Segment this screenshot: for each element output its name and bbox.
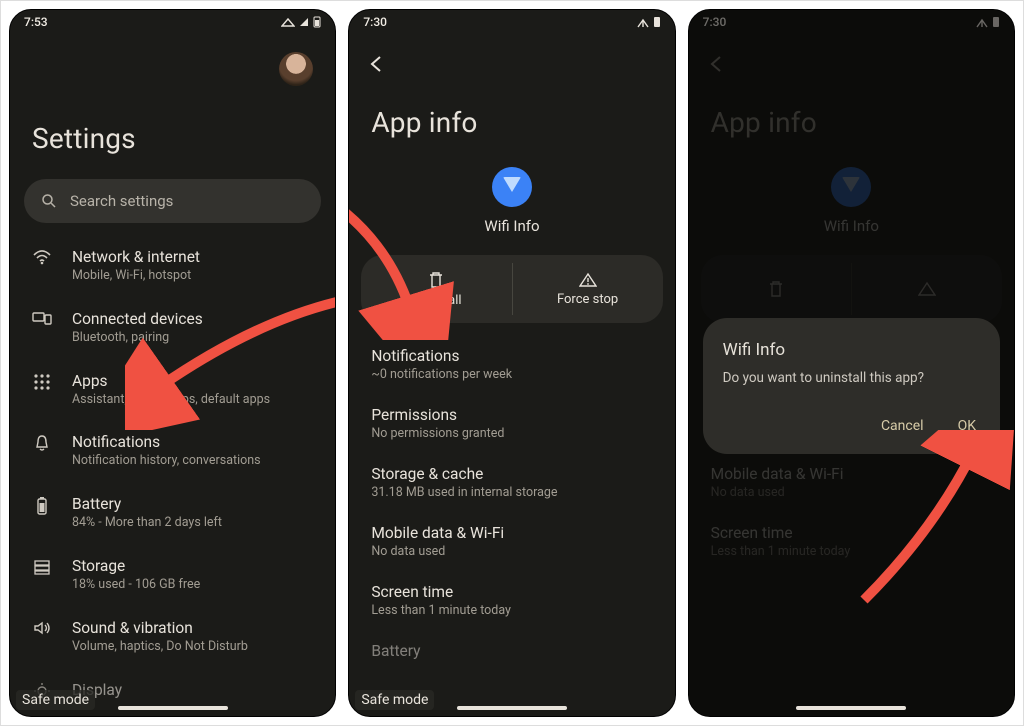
action-row: [701, 255, 1002, 323]
home-indicator[interactable]: [118, 706, 228, 710]
storage-icon: [28, 556, 56, 576]
screen-settings: 7:53 Settings Search settings Network & …: [9, 9, 336, 717]
apps-icon: [28, 371, 56, 391]
status-icons: [637, 16, 661, 28]
app-icon: [831, 167, 871, 207]
devices-icon: [28, 309, 56, 325]
settings-item-apps[interactable]: AppsAssistant, recent apps, default apps: [10, 359, 335, 421]
app-name-label: Wifi Info: [484, 217, 539, 235]
app-info-battery[interactable]: Battery: [349, 632, 674, 674]
app-info-screen-time: Screen timeLess than 1 minute today: [689, 514, 1014, 573]
page-title: App info: [349, 82, 674, 157]
app-header: Wifi Info: [689, 157, 1014, 247]
wifi-icon: [28, 247, 56, 265]
app-icon: [492, 167, 532, 207]
app-info-mobile-data: Mobile data & Wi-FiNo data used: [689, 455, 1014, 514]
app-info-screen-time[interactable]: Screen timeLess than 1 minute today: [349, 573, 674, 632]
settings-item-network[interactable]: Network & internetMobile, Wi-Fi, hotspot: [10, 235, 335, 297]
status-icons: [976, 16, 1000, 28]
status-time: 7:30: [703, 15, 727, 29]
sound-icon: [28, 618, 56, 636]
bell-icon: [28, 432, 56, 452]
status-time: 7:53: [24, 15, 48, 29]
settings-item-sound[interactable]: Sound & vibrationVolume, haptics, Do Not…: [10, 606, 335, 668]
app-info-notifications[interactable]: Notifications~0 notifications per week: [349, 337, 674, 396]
settings-list: Network & internetMobile, Wi-Fi, hotspot…: [10, 235, 335, 716]
search-icon: [40, 192, 58, 210]
status-bar: 7:30: [689, 10, 1014, 34]
app-name-label: Wifi Info: [824, 217, 879, 235]
force-stop-button[interactable]: Force stop: [513, 255, 663, 323]
status-bar: 7:30: [349, 10, 674, 34]
page-title: Settings: [10, 86, 335, 173]
safe-mode-badge: Safe mode: [16, 690, 95, 710]
settings-item-connected-devices[interactable]: Connected devicesBluetooth, pairing: [10, 297, 335, 359]
uninstall-button[interactable]: Uninstall: [361, 255, 511, 323]
status-bar: 7:53: [10, 10, 335, 34]
screen-uninstall-dialog: 7:30 App info Wifi Info PermissionsNo pe…: [688, 9, 1015, 717]
screen-app-info: 7:30 App info Wifi Info Uninstall Force …: [348, 9, 675, 717]
app-info-permissions[interactable]: PermissionsNo permissions granted: [349, 396, 674, 455]
uninstall-button: [701, 255, 851, 323]
warning-icon: [579, 272, 597, 288]
page-title: App info: [689, 82, 1014, 157]
status-time: 7:30: [363, 15, 387, 29]
dialog-title: Wifi Info: [723, 340, 980, 360]
home-indicator[interactable]: [457, 706, 567, 710]
settings-item-storage[interactable]: Storage18% used - 106 GB free: [10, 544, 335, 606]
profile-avatar[interactable]: [279, 52, 313, 86]
app-info-storage[interactable]: Storage & cache31.18 MB used in internal…: [349, 455, 674, 514]
app-header: Wifi Info: [349, 157, 674, 247]
status-icons: [281, 16, 321, 28]
search-bar[interactable]: Search settings: [24, 179, 321, 223]
home-indicator[interactable]: [796, 706, 906, 710]
app-info-mobile-data[interactable]: Mobile data & Wi-FiNo data used: [349, 514, 674, 573]
trash-icon: [428, 271, 444, 289]
dialog-ok-button[interactable]: OK: [954, 412, 980, 440]
dialog-message: Do you want to uninstall this app?: [723, 370, 980, 386]
force-stop-button: [852, 255, 1002, 323]
battery-icon: [28, 494, 56, 516]
search-placeholder: Search settings: [70, 192, 173, 210]
action-row: Uninstall Force stop: [361, 255, 662, 323]
trash-icon: [768, 280, 784, 298]
warning-icon: [918, 281, 936, 297]
settings-item-notifications[interactable]: NotificationsNotification history, conve…: [10, 420, 335, 482]
back-button[interactable]: [359, 46, 395, 82]
uninstall-dialog: Wifi Info Do you want to uninstall this …: [703, 318, 1000, 454]
safe-mode-badge: Safe mode: [355, 690, 434, 710]
dialog-cancel-button[interactable]: Cancel: [877, 412, 928, 440]
settings-item-battery[interactable]: Battery84% - More than 2 days left: [10, 482, 335, 544]
app-info-list: Notifications~0 notifications per week P…: [349, 337, 674, 716]
back-button: [699, 46, 735, 82]
